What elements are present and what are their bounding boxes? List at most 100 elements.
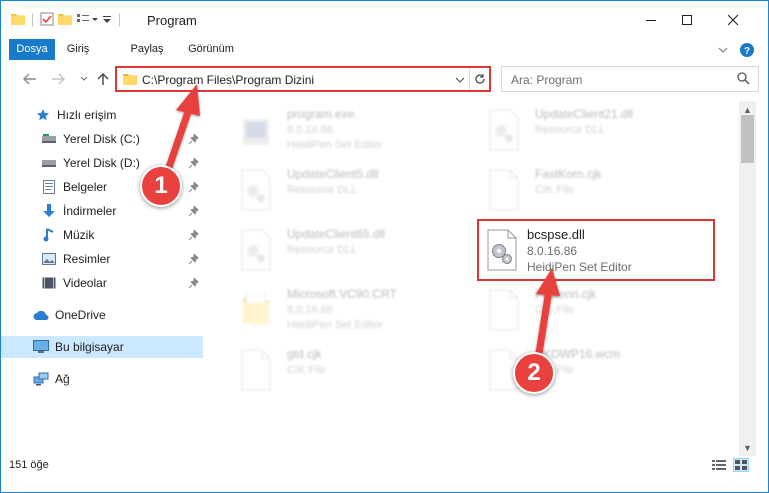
pin-icon[interactable]: [188, 276, 199, 291]
help-icon: ?: [740, 43, 754, 57]
file-description: HeidiPen Set Editor: [287, 319, 383, 331]
title-bar: Program: [1, 1, 768, 39]
exe-icon: [243, 119, 269, 145]
navigation-bar: C:\Program Files\Program Dizini Ara: Pro…: [1, 62, 768, 96]
file-name: Fastenri.cjk: [535, 287, 597, 301]
new-folder-icon[interactable]: [58, 13, 72, 28]
file-item-microsoft-vc90-crt[interactable]: Microsoft.VC90.CRT 8.0.16.86 HeidiPen Se…: [215, 283, 455, 341]
close-button[interactable]: [710, 1, 756, 39]
details-view-button[interactable]: [711, 458, 727, 472]
expand-ribbon-button[interactable]: [715, 42, 731, 58]
file-name: UpdateClient5.dll: [287, 167, 379, 181]
tiles-view-button[interactable]: [733, 458, 749, 472]
dll-icon: [487, 229, 517, 271]
help-button[interactable]: ?: [739, 42, 755, 58]
file-name: FastKorn.cjk: [535, 167, 602, 181]
pin-icon[interactable]: [188, 228, 199, 243]
scroll-thumb[interactable]: [741, 115, 754, 163]
dropdown-arrow-icon[interactable]: [102, 13, 112, 27]
pin-icon[interactable]: [188, 180, 199, 195]
pin-icon[interactable]: [188, 132, 199, 147]
file-name: Microsoft.VC90.CRT: [287, 287, 397, 301]
drive-icon: [41, 155, 57, 171]
file-list: program.exe 8.0.16.86 HeidiPen Set Edito…: [205, 101, 739, 456]
details-view-icon: [712, 460, 726, 470]
recent-locations-button[interactable]: [75, 70, 93, 88]
file-item-updateclient5-dll[interactable]: UpdateClient5.dll Resource DLL: [215, 163, 455, 221]
file-type: CIK File: [535, 304, 575, 316]
file-item-updateclient21-dll[interactable]: UpdateClient21.dll Resource DLL: [463, 103, 703, 161]
file-item-fastkorn-cjk[interactable]: FastKorn.cjk CIK File: [463, 163, 703, 221]
sidebar-item-pictures[interactable]: Resimler: [1, 248, 203, 270]
file-description: HeidiPen Set Editor: [527, 260, 632, 274]
tab-dosya[interactable]: Dosya: [9, 39, 55, 60]
search-input[interactable]: Ara: Program: [511, 73, 582, 87]
file-item-fastenri-cjk[interactable]: Fastenri.cjk CIK File: [463, 283, 703, 341]
file-name: UpdateClient65.dll: [287, 227, 386, 241]
sidebar-item-videos[interactable]: Videolar: [1, 272, 203, 294]
folder-icon: [243, 293, 269, 324]
navigation-pane: Hızlı erişim Yerel Disk (C:) Yerel Disk …: [1, 101, 205, 456]
sidebar-item-label: OneDrive: [55, 308, 106, 322]
chevron-down-icon: [80, 76, 88, 81]
close-icon: [728, 15, 738, 25]
tab-giris[interactable]: Giriş: [61, 39, 95, 60]
sidebar-item-onedrive[interactable]: OneDrive: [1, 304, 203, 326]
folder-icon: [123, 73, 137, 88]
maximize-icon: [682, 15, 692, 25]
pin-icon[interactable]: [188, 252, 199, 267]
sidebar-item-label: Ağ: [55, 372, 70, 386]
file-item-gtd-cjk[interactable]: gtd.cjk CIK File: [215, 343, 455, 401]
tab-gorunum[interactable]: Görünüm: [184, 39, 238, 60]
star-icon: [35, 107, 51, 123]
sidebar-item-label: Müzik: [63, 228, 95, 242]
up-arrow-icon: [97, 73, 109, 85]
quick-access-toolbar: [11, 11, 123, 29]
sidebar-item-label: Belgeler: [63, 180, 108, 194]
file-name: program.exe: [287, 107, 355, 121]
sidebar-item-label: Hızlı erişim: [57, 108, 117, 122]
dll-icon: [241, 229, 271, 271]
sidebar-item-network[interactable]: Ağ: [1, 368, 203, 390]
tab-paylas[interactable]: Paylaş: [127, 39, 167, 60]
file-name: gtd.cjk: [287, 347, 322, 361]
pin-icon[interactable]: [188, 204, 199, 219]
pin-icon[interactable]: [188, 156, 199, 171]
file-version: 8.0.16.86: [287, 124, 333, 136]
back-button[interactable]: [21, 70, 39, 88]
sidebar-item-label: Yerel Disk (C:): [63, 132, 140, 146]
cloud-icon: [33, 307, 49, 323]
file-type: Resource DLL: [535, 124, 606, 136]
file-item-program-exe[interactable]: program.exe 8.0.16.86 HeidiPen Set Edito…: [215, 103, 455, 161]
address-path[interactable]: C:\Program Files\Program Dizini: [142, 73, 314, 87]
sidebar-item-this-pc[interactable]: Bu bilgisayar: [1, 336, 203, 358]
file-version: 8.0.16.86: [527, 244, 578, 258]
search-box[interactable]: Ara: Program: [501, 66, 759, 92]
up-button[interactable]: [94, 70, 112, 88]
vertical-scrollbar[interactable]: ▲ ▼: [739, 101, 756, 456]
file-type: Resource DLL: [287, 244, 358, 256]
file-name: bcspse.dll: [527, 227, 585, 242]
sidebar-item-local-disk-c[interactable]: Yerel Disk (C:): [1, 128, 203, 150]
search-icon[interactable]: [737, 72, 750, 88]
file-item-skdwp16-wcm[interactable]: SKDWP16.wcm CIK File: [463, 343, 703, 401]
sidebar-item-quick-access[interactable]: Hızlı erişim: [1, 104, 203, 126]
forward-button[interactable]: [49, 70, 67, 88]
refresh-button[interactable]: [469, 68, 489, 90]
maximize-button[interactable]: [664, 1, 710, 39]
address-dropdown-button[interactable]: [452, 72, 468, 88]
dll-icon: [241, 169, 271, 211]
scroll-down-button[interactable]: ▼: [739, 439, 756, 456]
properties-icon[interactable]: [40, 12, 54, 29]
address-bar[interactable]: C:\Program Files\Program Dizini: [115, 66, 491, 92]
sidebar-item-label: Yerel Disk (D:): [63, 156, 140, 170]
sidebar-item-label: Videolar: [63, 276, 107, 290]
video-icon: [41, 275, 57, 291]
sidebar-item-music[interactable]: Müzik: [1, 224, 203, 246]
folder-icon[interactable]: [11, 13, 25, 28]
customize-toolbar-icon[interactable]: [76, 13, 98, 28]
forward-arrow-icon: [52, 73, 65, 85]
ribbon: Dosya Giriş Paylaş Görünüm ?: [1, 39, 768, 60]
file-item-bcspse-dll[interactable]: bcspse.dll 8.0.16.86 HeidiPen Set Editor: [477, 219, 715, 281]
file-item-updateclient65-dll[interactable]: UpdateClient65.dll Resource DLL: [215, 223, 455, 281]
